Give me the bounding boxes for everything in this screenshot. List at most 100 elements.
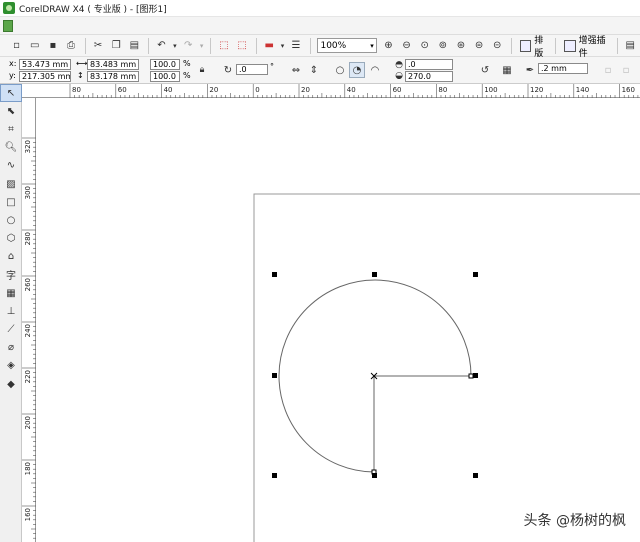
drawing-canvas[interactable]: 头条 @杨树的枫 [37, 99, 640, 542]
ruler-label: 100 [484, 86, 497, 94]
separator [555, 37, 557, 54]
window-title: CorelDRAW X4 ( 专业版 ) - [图形1] [19, 4, 167, 15]
mirror-horizontal-icon[interactable]: ⇔ [288, 62, 304, 78]
rotation-input[interactable]: .0 [236, 64, 268, 75]
x-position-input[interactable]: 53.473 mm [19, 59, 71, 70]
selection-handle[interactable] [272, 272, 277, 277]
y-position-input[interactable]: 217.305 mm [19, 71, 71, 82]
paste-icon[interactable]: ▤ [126, 37, 143, 55]
dimension-tool-icon[interactable]: ⊥ [0, 302, 22, 320]
document-icon[interactable] [3, 19, 13, 32]
table-tool-icon[interactable]: ▦ [0, 284, 22, 302]
start-angle-input[interactable]: .0 [405, 59, 453, 70]
title-bar: CorelDRAW X4 ( 专业版 ) - [图形1] [0, 0, 640, 17]
welcome-screen-icon[interactable]: ☰ [287, 37, 304, 55]
zoom-tool-icon[interactable]: 🔍︎ [0, 139, 22, 157]
eyedropper-tool-icon[interactable]: ⟋ [0, 320, 22, 338]
height-icon: ↕ [77, 71, 84, 80]
application-launcher-icon[interactable]: ▬ [261, 37, 278, 55]
polygon-tool-icon[interactable]: ⬡ [0, 230, 22, 248]
ruler-label: 160 [622, 86, 635, 94]
selection-handle[interactable] [473, 373, 478, 378]
plugin-button[interactable]: 增强插件 [564, 33, 613, 59]
end-angle-input[interactable]: 270.0 [405, 71, 453, 82]
more-icon[interactable]: ▤ [622, 37, 639, 55]
outline-width-select[interactable]: .2 mm [538, 63, 588, 74]
ruler-label: 20 [301, 86, 310, 94]
vertical-ruler[interactable]: 320 300 280 260 240 220 200 180 160 [22, 98, 36, 542]
ellipse-tool-icon[interactable]: ○ [0, 211, 22, 229]
zoom-selected-icon[interactable]: ⊙ [416, 37, 433, 55]
page-border [253, 193, 640, 542]
import-icon[interactable]: ⬚ [215, 37, 232, 55]
open-icon[interactable]: ▭ [26, 37, 43, 55]
pie-mode-icon[interactable]: ◔ [349, 62, 365, 78]
zoom-in-icon[interactable]: ⊕ [380, 37, 397, 55]
selection-handle[interactable] [473, 473, 478, 478]
selection-handle[interactable] [473, 272, 478, 277]
convert-outline-icon[interactable]: ▫ [618, 62, 634, 78]
zoom-level-select[interactable]: 100% ▾ [317, 38, 377, 53]
zoom-out-icon[interactable]: ⊖ [398, 37, 415, 55]
vertical-ruler-ticks: 320 300 280 260 240 220 200 180 160 [22, 137, 36, 539]
selection-handle[interactable] [272, 473, 277, 478]
basic-shapes-tool-icon[interactable]: ⌂ [0, 248, 22, 266]
ruler-label: 220 [24, 370, 32, 383]
lock-ratio-icon[interactable]: 🔒︎ [194, 62, 210, 78]
zoom-page-height-icon[interactable]: ⊝ [489, 37, 506, 55]
pick-tool-icon[interactable]: ↖ [0, 84, 22, 103]
scale-y-input[interactable]: 100.0 [150, 71, 180, 82]
convert-curves-icon[interactable]: ▫ [600, 62, 616, 78]
zoom-all-objects-icon[interactable]: ⊚ [434, 37, 451, 55]
plugin-label: 增强插件 [578, 35, 606, 59]
width-input[interactable]: 83.483 mm [87, 59, 139, 70]
cut-icon[interactable]: ✂ [90, 37, 107, 55]
print-icon[interactable]: ⎙ [62, 37, 79, 55]
height-input[interactable]: 83.178 mm [87, 71, 139, 82]
rectangle-tool-icon[interactable]: □ [0, 193, 22, 211]
ruler-label: 300 [24, 186, 32, 199]
plugin-icon [564, 39, 576, 52]
selection-handle[interactable] [272, 373, 277, 378]
text-tool-icon[interactable]: 字 [0, 266, 22, 284]
arrange-button[interactable]: 排版 [519, 33, 551, 59]
horizontal-ruler[interactable]: 80 60 40 20 0 20 40 60 80 100 120 140 160 [22, 84, 640, 98]
ruler-label: 320 [24, 140, 32, 153]
redo-icon[interactable]: ↷ [180, 37, 197, 55]
zoom-page-width-icon[interactable]: ⊜ [471, 37, 488, 55]
launcher-dropdown-icon[interactable]: ▾ [279, 37, 287, 55]
selection-handle[interactable] [372, 272, 377, 277]
ruler-label: 40 [347, 86, 356, 94]
freehand-tool-icon[interactable]: ∿ [0, 157, 22, 175]
copy-icon[interactable]: ❐ [108, 37, 125, 55]
save-icon[interactable]: ▪ [44, 37, 61, 55]
ruler-label: 0 [255, 86, 259, 94]
crop-tool-icon[interactable]: ⌗ [0, 120, 22, 138]
export-icon[interactable]: ⬚ [234, 37, 251, 55]
undo-dropdown-icon[interactable]: ▾ [171, 37, 179, 55]
redo-dropdown-icon[interactable]: ▾ [198, 37, 206, 55]
scale-x-input[interactable]: 100.0 [150, 59, 180, 70]
selection-handle[interactable] [372, 473, 377, 478]
mirror-vertical-icon[interactable]: ⇕ [306, 62, 322, 78]
ruler-label: 240 [24, 324, 32, 337]
menu-bar [0, 17, 640, 34]
undo-icon[interactable]: ↶ [153, 37, 170, 55]
interactive-fill-tool-icon[interactable]: ◆ [0, 375, 22, 393]
zoom-page-icon[interactable]: ⊛ [452, 37, 469, 55]
fill-tool-icon[interactable]: ◈ [0, 357, 22, 375]
wrap-text-icon[interactable]: ▦ [499, 62, 515, 78]
outline-tool-icon[interactable]: ⌀ [0, 339, 22, 357]
ruler-label: 40 [164, 86, 173, 94]
property-bar: x: 53.473 mm y: 217.305 mm ⟷ 83.483 mm ↕… [0, 57, 640, 84]
direction-icon[interactable]: ↺ [477, 62, 493, 78]
separator [210, 37, 212, 54]
shape-tool-icon[interactable]: ⬉ [0, 102, 22, 120]
ellipse-mode-icon[interactable]: ○ [332, 62, 348, 78]
smart-fill-tool-icon[interactable]: ▨ [0, 175, 22, 193]
arc-mode-icon[interactable]: ◠ [367, 62, 383, 78]
new-icon[interactable]: ▫ [8, 37, 25, 55]
pie-shape[interactable] [278, 279, 472, 473]
toolbox: ↖ ⬉ ⌗ 🔍︎ ∿ ▨ □ ○ ⬡ ⌂ 字 ▦ ⊥ ⟋ ⌀ ◈ ◆ [0, 84, 22, 542]
end-angle-node[interactable] [468, 373, 474, 379]
